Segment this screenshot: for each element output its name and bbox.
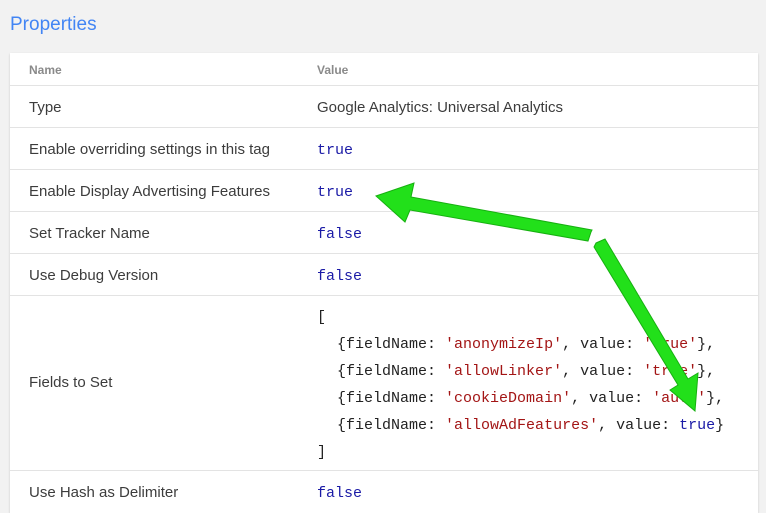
properties-table: Name Value Type Google Analytics: Univer… (10, 53, 758, 513)
array-close-bracket: ] (317, 444, 327, 461)
table-row: Type Google Analytics: Universal Analyti… (10, 86, 758, 128)
row-value: false (317, 226, 363, 243)
row-name: Enable Display Advertising Features (29, 183, 270, 200)
row-value: Google Analytics: Universal Analytics (317, 99, 563, 116)
table-row: Enable overriding settings in this tag t… (10, 128, 758, 170)
row-name: Use Debug Version (29, 267, 159, 284)
column-header-name: Name (29, 63, 62, 77)
row-value: true (317, 184, 354, 201)
row-name: Set Tracker Name (29, 225, 150, 242)
table-row: Set Tracker Name false (10, 212, 758, 254)
table-row: Use Hash as Delimiter false (10, 471, 758, 513)
field-entry: {fieldName: 'allowLinker', value: 'true'… (337, 363, 716, 380)
row-value: false (317, 485, 363, 502)
table-row: Fields to Set [ {fieldName: 'anonymizeIp… (10, 296, 758, 471)
table-header: Name Value (10, 53, 758, 86)
row-value: false (317, 268, 363, 285)
row-value: true (317, 142, 354, 159)
column-header-value: Value (317, 63, 349, 77)
table-row: Enable Display Advertising Features true (10, 170, 758, 212)
field-entry: {fieldName: 'allowAdFeatures', value: tr… (337, 417, 725, 434)
table-row: Use Debug Version false (10, 254, 758, 296)
field-entry: {fieldName: 'anonymizeIp', value: 'true'… (337, 336, 716, 353)
row-name: Type (29, 99, 62, 116)
row-name: Use Hash as Delimiter (29, 484, 179, 501)
field-entry: {fieldName: 'cookieDomain', value: 'auto… (337, 390, 725, 407)
section-title: Properties (10, 14, 97, 35)
array-open-bracket: [ (317, 309, 327, 326)
row-name: Enable overriding settings in this tag (29, 141, 270, 158)
row-name: Fields to Set (29, 374, 113, 391)
